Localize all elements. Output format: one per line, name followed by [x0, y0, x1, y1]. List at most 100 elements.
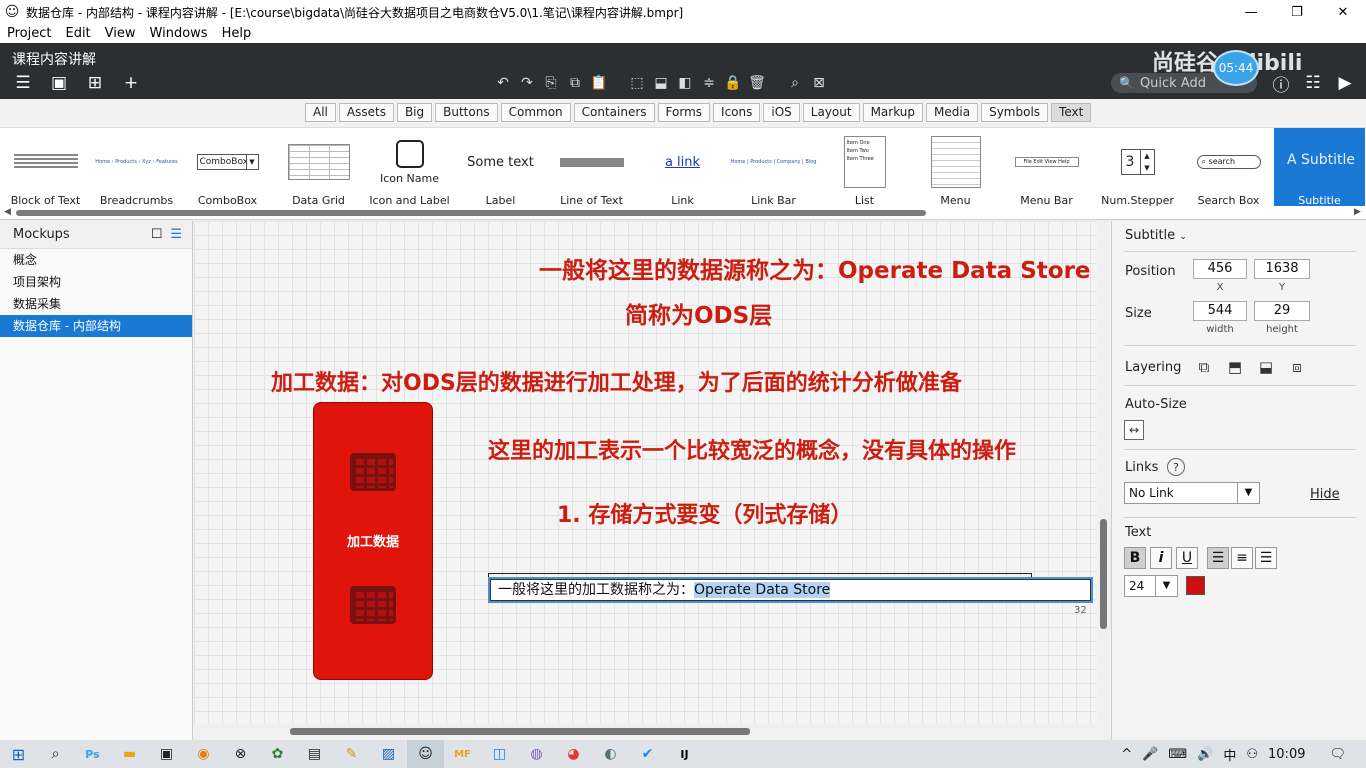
- group-icon[interactable]: ⬚: [628, 73, 646, 93]
- minimize-button[interactable]: —: [1228, 0, 1274, 24]
- zoom-icon[interactable]: ⌕: [786, 73, 804, 93]
- lib-icon-and-label[interactable]: Icon Name Icon and Label: [364, 128, 455, 207]
- align-center-icon[interactable]: ≡: [1231, 547, 1253, 569]
- blender-icon[interactable]: ◉: [185, 740, 222, 768]
- app-icon[interactable]: ⊗: [222, 740, 259, 768]
- position-y-input[interactable]: 1638: [1254, 259, 1310, 279]
- clock[interactable]: 10:09: [1268, 747, 1305, 762]
- library-scrollbar[interactable]: [16, 210, 926, 216]
- width-input[interactable]: 544: [1193, 301, 1247, 321]
- app-icon[interactable]: MF: [444, 740, 481, 768]
- present-icon[interactable]: ▶: [1334, 73, 1356, 93]
- lib-label[interactable]: Some text Label: [455, 128, 546, 208]
- mockup-item[interactable]: 数据采集: [0, 293, 192, 315]
- ungroup-icon[interactable]: ⬓: [652, 73, 670, 93]
- lib-link-bar[interactable]: Home | Products | Company | Blog Link Ba…: [728, 128, 819, 207]
- trash-icon[interactable]: 🗑: [748, 73, 766, 93]
- mockup-canvas[interactable]: 一般将这里的数据源称之为：Operate Data Store 简称为ODS层 …: [194, 221, 1097, 724]
- app-icon[interactable]: ▨: [370, 740, 407, 768]
- lib-subtitle[interactable]: A Subtitle Subtitle: [1274, 128, 1365, 207]
- send-backward-icon[interactable]: ⬓: [1256, 357, 1276, 377]
- tray-app-icon[interactable]: ⚇: [1246, 747, 1258, 762]
- app-icon[interactable]: ◍: [518, 740, 555, 768]
- filter-tab-assets[interactable]: Assets: [338, 103, 394, 122]
- bring-to-front-icon[interactable]: ⧉: [1194, 357, 1214, 377]
- align-right-icon[interactable]: ☰: [1255, 547, 1277, 569]
- app-icon[interactable]: ▤: [296, 740, 333, 768]
- lib-line-of-text[interactable]: Line of Text: [546, 128, 637, 207]
- text-color-swatch[interactable]: [1186, 576, 1205, 595]
- lib-combobox[interactable]: ComboBox ▼ ComboBox: [182, 128, 273, 207]
- mockup-item-selected[interactable]: 数据仓库 - 内部结构: [0, 315, 192, 337]
- bring-forward-icon[interactable]: ⬒: [1225, 357, 1245, 377]
- lib-search-box[interactable]: ⌕ search Search Box: [1183, 128, 1274, 207]
- filter-tab-symbols[interactable]: Symbols: [981, 103, 1049, 122]
- canvas-horizontal-scrollbar[interactable]: [194, 724, 1097, 738]
- microphone-icon[interactable]: 🎤: [1142, 747, 1158, 762]
- windows-start-icon[interactable]: ⊞: [0, 740, 37, 768]
- filter-tab-ios[interactable]: iOS: [763, 103, 800, 122]
- photoshop-icon[interactable]: Ps: [74, 740, 111, 768]
- underline-button[interactable]: U: [1176, 547, 1198, 569]
- add-icon[interactable]: +: [120, 73, 142, 93]
- menu-view[interactable]: View: [98, 26, 143, 41]
- single-view-icon[interactable]: ▣: [48, 73, 70, 93]
- menu-project[interactable]: Project: [0, 26, 58, 41]
- position-x-input[interactable]: 456: [1193, 259, 1247, 279]
- list-view-icon[interactable]: ☰: [170, 227, 182, 242]
- canvas-text-ods[interactable]: 一般将这里的数据源称之为：Operate Data Store: [539, 251, 1091, 285]
- filter-tab-containers[interactable]: Containers: [573, 103, 655, 122]
- copy-icon[interactable]: ⎘: [542, 73, 560, 93]
- thumbnail-view-icon[interactable]: ☐: [151, 227, 163, 242]
- info-icon[interactable]: ⓘ: [1270, 73, 1292, 96]
- mockup-item[interactable]: 概念: [0, 249, 192, 271]
- app-icon[interactable]: ◫: [481, 740, 518, 768]
- undo-icon[interactable]: ↶: [494, 73, 512, 93]
- lib-menu-bar[interactable]: File Edit View Help Menu Bar: [1001, 128, 1092, 207]
- canvas-vertical-scrollbar[interactable]: [1098, 221, 1110, 724]
- processing-block[interactable]: 加工数据: [313, 402, 433, 680]
- scroll-right-arrow[interactable]: ▶: [1354, 207, 1361, 217]
- app-icon[interactable]: ▣: [148, 740, 185, 768]
- filter-tab-all[interactable]: All: [305, 103, 336, 122]
- align-icon[interactable]: ≑: [700, 73, 718, 93]
- inline-text-editor[interactable]: 一般将这里的加工数据称之为：Operate Data Store: [488, 577, 1093, 603]
- autosize-width-icon[interactable]: ↔: [1124, 420, 1144, 440]
- app-icon[interactable]: ✔: [629, 740, 666, 768]
- grid-view-icon[interactable]: ⊞: [84, 73, 106, 93]
- canvas-text-ods-abbrev[interactable]: 简称为ODS层: [625, 296, 772, 330]
- canvas-text-processing[interactable]: 加工数据：对ODS层的数据进行加工处理，为了后面的统计分析做准备: [271, 365, 962, 397]
- balsamiq-icon[interactable]: ☺: [407, 740, 444, 768]
- tray-overflow-icon[interactable]: ^: [1121, 747, 1132, 762]
- fit-icon[interactable]: ⊠: [810, 73, 828, 93]
- canvas-text-processing-note[interactable]: 这里的加工表示一个比较宽泛的概念，没有具体的操作: [488, 433, 1016, 465]
- filter-tab-markup[interactable]: Markup: [862, 103, 924, 122]
- close-button[interactable]: ✕: [1320, 0, 1366, 24]
- notepad-icon[interactable]: ✎: [333, 740, 370, 768]
- filter-tab-layout[interactable]: Layout: [802, 103, 860, 122]
- intellij-icon[interactable]: IJ: [666, 740, 703, 768]
- align-left-icon[interactable]: ☰: [1207, 547, 1229, 569]
- hide-link[interactable]: Hide: [1310, 487, 1340, 502]
- keyboard-icon[interactable]: ⌨: [1168, 747, 1187, 762]
- bold-button[interactable]: B: [1124, 547, 1146, 569]
- redo-icon[interactable]: ↷: [518, 73, 536, 93]
- lib-link[interactable]: a link Link: [637, 128, 728, 208]
- canvas-text-storage[interactable]: 1. 存储方式要变（列式存储）: [557, 497, 852, 529]
- filter-tab-buttons[interactable]: Buttons: [435, 103, 498, 122]
- lib-data-grid[interactable]: Data Grid: [273, 128, 364, 207]
- file-explorer-icon[interactable]: ▬: [111, 740, 148, 768]
- lib-breadcrumbs[interactable]: Home › Products › Xyz › Features Breadcr…: [91, 128, 182, 207]
- scroll-left-arrow[interactable]: ◀: [4, 207, 11, 217]
- help-icon[interactable]: ?: [1167, 458, 1185, 476]
- volume-icon[interactable]: 🔊: [1197, 747, 1213, 762]
- mockup-item[interactable]: 项目架构: [0, 271, 192, 293]
- link-dropdown[interactable]: No Link ▼: [1124, 482, 1260, 504]
- font-size-dropdown[interactable]: 24 ▼: [1124, 575, 1178, 597]
- notification-icon[interactable]: 🗨: [1329, 747, 1346, 762]
- notes-icon[interactable]: ☷: [1302, 73, 1324, 93]
- input-method-icon[interactable]: 中: [1223, 745, 1236, 764]
- menu-windows[interactable]: Windows: [143, 26, 215, 41]
- maximize-button[interactable]: ❐: [1274, 0, 1320, 24]
- filter-tab-icons[interactable]: Icons: [713, 103, 761, 122]
